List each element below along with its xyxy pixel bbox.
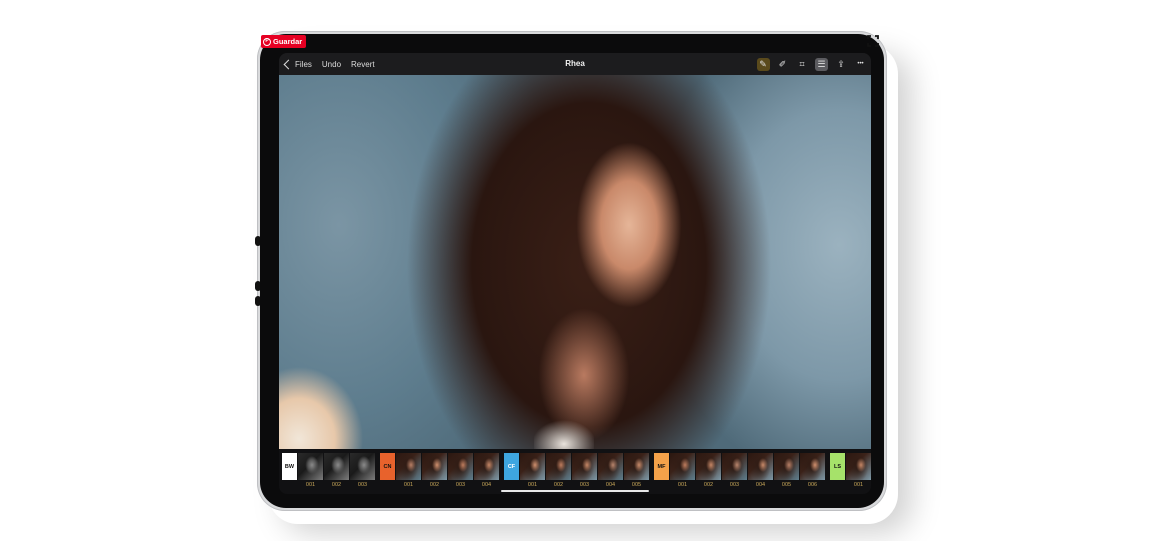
home-indicator[interactable]	[501, 490, 649, 492]
filter-preset-number: 002	[703, 482, 714, 488]
filter-thumbnail[interactable]	[598, 453, 623, 480]
filter-preset-number: 004	[755, 482, 766, 488]
filter-preset-number: 001	[527, 482, 538, 488]
filter-thumbnail[interactable]	[696, 453, 721, 480]
ipad-frame: Files Undo Revert Rhea ✎ ✐ ⌗ ☰ ⇪ ••• BW 001 002…	[255, 31, 887, 511]
filter-preset-number: 001	[853, 482, 864, 488]
filter-preset-number: 003	[357, 482, 368, 488]
expand-icon[interactable]	[867, 35, 879, 47]
filter-preset[interactable]: 003	[350, 453, 375, 488]
toolbar-tools: ✎ ✐ ⌗ ☰ ⇪ •••	[750, 53, 867, 75]
filter-preset-number: 002	[331, 482, 342, 488]
filter-preset[interactable]: 006	[800, 453, 825, 488]
filter-thumbnail[interactable]	[624, 453, 649, 480]
filter-thumbnail[interactable]	[774, 453, 799, 480]
filter-tag-column: MF	[654, 453, 669, 488]
filter-preset-number: 001	[305, 482, 316, 488]
photo-shirt-region	[279, 329, 389, 449]
filter-thumbnail[interactable]	[396, 453, 421, 480]
filter-thumbnail[interactable]	[800, 453, 825, 480]
filter-preset[interactable]: 003	[722, 453, 747, 488]
filter-thumbnail[interactable]	[324, 453, 349, 480]
filter-thumbnail[interactable]	[474, 453, 499, 480]
filter-group-mf: MF 001 002 003 004 005 006	[654, 453, 826, 488]
editor-toolbar: Files Undo Revert Rhea ✎ ✐ ⌗ ☰ ⇪ •••	[279, 53, 871, 75]
filter-tag-column: LS	[830, 453, 845, 488]
filter-preset[interactable]: 004	[748, 453, 773, 488]
filter-thumbnail[interactable]	[572, 453, 597, 480]
auto-enhance-icon[interactable]: ✎	[756, 57, 770, 71]
crop-icon[interactable]: ⌗	[796, 58, 809, 71]
filter-preset-number: 005	[781, 482, 792, 488]
filter-preset[interactable]: 004	[598, 453, 623, 488]
filter-group-cn: CN 001 002 003 004	[380, 453, 500, 488]
filter-tag-column: BW	[282, 453, 297, 488]
filter-groups: BW 001 002 003 CN 001 002 003 004 CF 001 002 003 004 0…	[282, 453, 871, 488]
filter-preset[interactable]: 002	[324, 453, 349, 488]
filter-filmstrip: BW 001 002 003 CN 001 002 003 004 CF 001 002 003 004 0…	[279, 449, 871, 494]
filter-preset[interactable]: 004	[474, 453, 499, 488]
filter-preset[interactable]: 001	[846, 453, 871, 488]
toolbar-left: Files Undo Revert	[283, 53, 385, 75]
filter-group-ls: LS 001	[830, 453, 871, 488]
filter-preset-number: 001	[403, 482, 414, 488]
filter-category-mf[interactable]: MF	[654, 453, 669, 480]
filter-thumbnail[interactable]	[546, 453, 571, 480]
filter-preset-number: 004	[605, 482, 616, 488]
filter-thumbnail[interactable]	[422, 453, 447, 480]
filter-thumbnail[interactable]	[350, 453, 375, 480]
ipad-bezel: Files Undo Revert Rhea ✎ ✐ ⌗ ☰ ⇪ ••• BW 001 002…	[260, 34, 884, 508]
filter-category-cn[interactable]: CN	[380, 453, 395, 480]
filter-preset[interactable]: 003	[572, 453, 597, 488]
filter-thumbnail[interactable]	[298, 453, 323, 480]
filter-preset-number: 006	[807, 482, 818, 488]
pinterest-save-label: Guardar	[273, 37, 303, 46]
chevron-left-icon	[283, 59, 294, 69]
filter-preset-number: 002	[553, 482, 564, 488]
filter-preset-number: 005	[631, 482, 642, 488]
filter-preset[interactable]: 001	[298, 453, 323, 488]
filter-preset-number: 002	[429, 482, 440, 488]
filter-preset[interactable]: 001	[396, 453, 421, 488]
filter-thumbnail[interactable]	[520, 453, 545, 480]
app-screen: Files Undo Revert Rhea ✎ ✐ ⌗ ☰ ⇪ ••• BW 001 002…	[279, 53, 871, 494]
more-icon[interactable]: •••	[854, 58, 867, 71]
filter-preset[interactable]: 002	[422, 453, 447, 488]
filter-preset[interactable]: 003	[448, 453, 473, 488]
filter-group-cf: CF 001 002 003 004 005	[504, 453, 650, 488]
pinterest-save-button[interactable]: P Guardar	[261, 35, 307, 48]
filter-preset-number: 003	[455, 482, 466, 488]
filter-category-cf[interactable]: CF	[504, 453, 519, 480]
filter-preset[interactable]: 001	[520, 453, 545, 488]
brush-icon[interactable]: ✐	[776, 58, 789, 71]
filter-thumbnail[interactable]	[846, 453, 871, 480]
filter-category-bw[interactable]: BW	[282, 453, 297, 480]
files-back-label: Files	[295, 59, 312, 69]
pinterest-icon: P	[263, 37, 271, 46]
filter-thumbnail[interactable]	[748, 453, 773, 480]
revert-button[interactable]: Revert	[351, 60, 375, 69]
filter-thumbnail[interactable]	[670, 453, 695, 480]
filter-preset[interactable]: 005	[774, 453, 799, 488]
filter-preset[interactable]: 005	[624, 453, 649, 488]
files-back-button[interactable]: Files	[283, 59, 312, 69]
filter-preset[interactable]: 001	[670, 453, 695, 488]
filter-group-bw: BW 001 002 003	[282, 453, 376, 488]
filter-thumbnail[interactable]	[722, 453, 747, 480]
filter-preset-number: 001	[677, 482, 688, 488]
filter-preset[interactable]: 002	[546, 453, 571, 488]
share-icon[interactable]: ⇪	[835, 58, 848, 71]
filter-preset-number: 003	[579, 482, 590, 488]
photo-collar-region	[534, 409, 594, 449]
photo-canvas[interactable]	[279, 75, 871, 449]
undo-button[interactable]: Undo	[322, 60, 341, 69]
filter-preset[interactable]: 002	[696, 453, 721, 488]
filter-preset-number: 003	[729, 482, 740, 488]
filter-preset-number: 004	[481, 482, 492, 488]
adjustments-icon[interactable]: ☰	[815, 57, 828, 71]
filter-tag-column: CN	[380, 453, 395, 488]
filter-category-ls[interactable]: LS	[830, 453, 845, 480]
filter-thumbnail[interactable]	[448, 453, 473, 480]
filter-tag-column: CF	[504, 453, 519, 488]
